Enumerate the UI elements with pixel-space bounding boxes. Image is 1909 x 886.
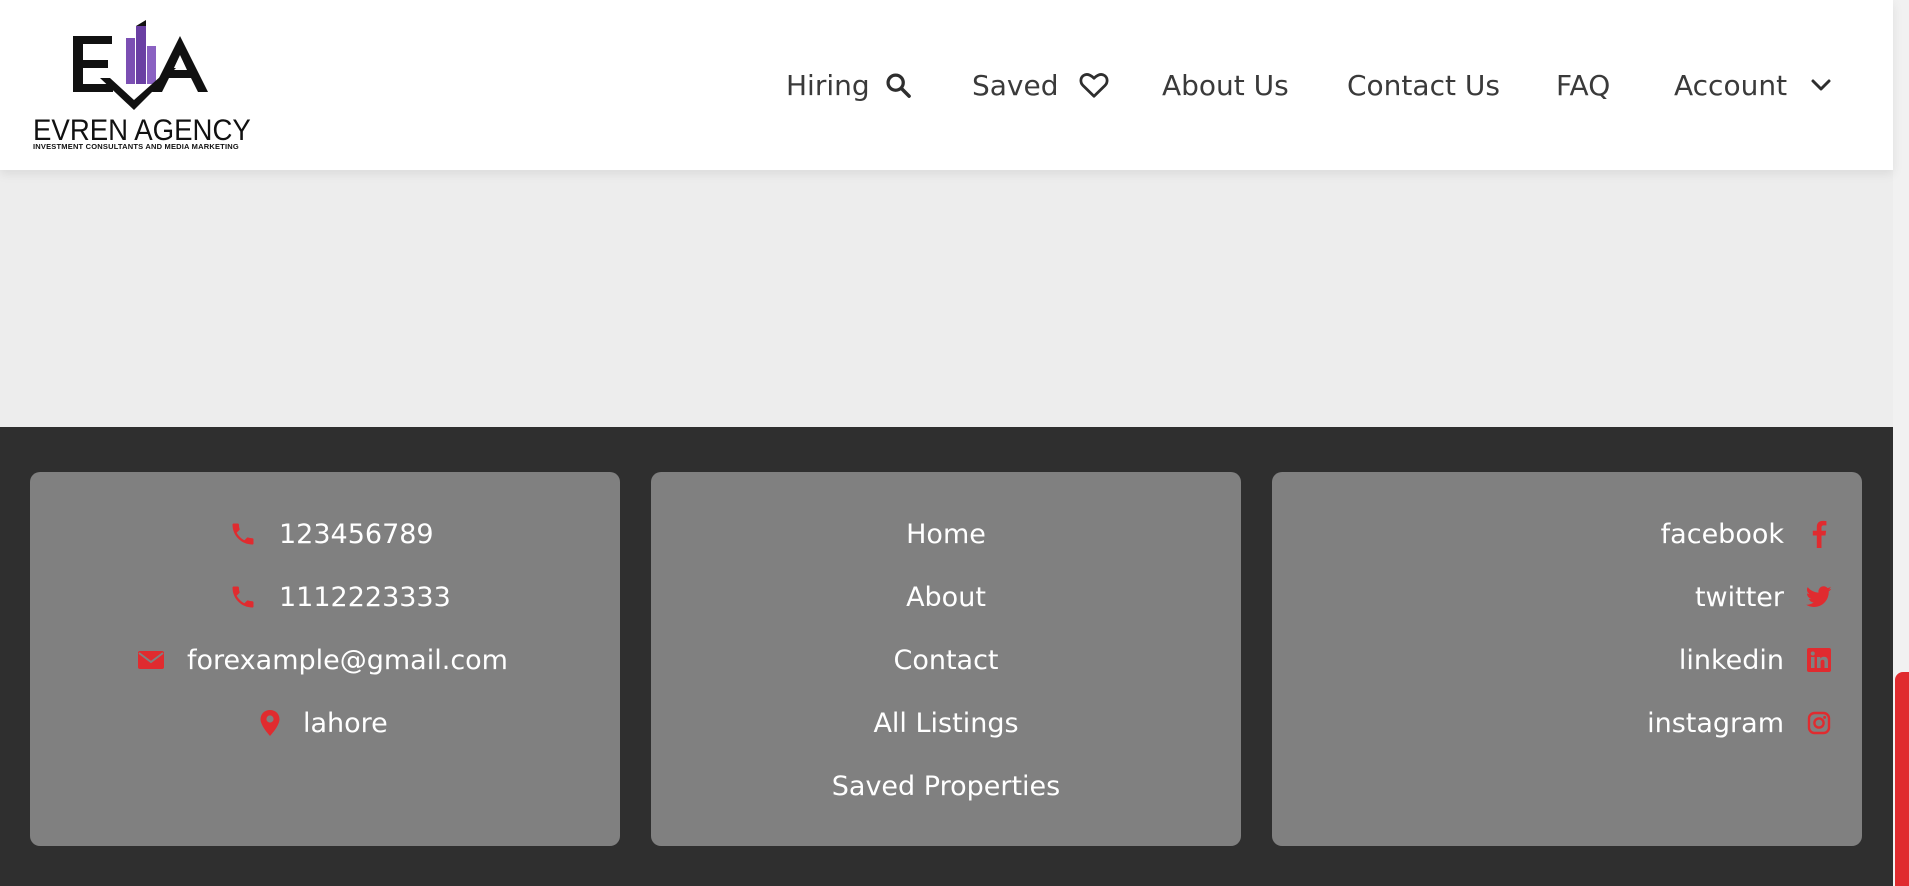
social-instagram-label: instagram xyxy=(1647,707,1784,739)
contact-phone-1[interactable]: 123456789 xyxy=(229,514,434,554)
phone-icon xyxy=(229,520,257,548)
social-facebook-label: facebook xyxy=(1660,518,1784,550)
nav-saved-label: Saved xyxy=(972,68,1059,102)
footer-links-card: Home About Contact All Listings Saved Pr… xyxy=(651,472,1241,846)
envelope-icon xyxy=(137,649,165,671)
nav-faq-label: FAQ xyxy=(1556,68,1611,102)
nav-hiring-label: Hiring xyxy=(786,68,870,102)
footer-link-home[interactable]: Home xyxy=(651,514,1241,554)
brand-tagline: INVESTMENT CONSULTANTS AND MEDIA MARKETI… xyxy=(33,142,239,151)
nav-account-label: Account xyxy=(1674,68,1788,102)
footer-link-all-listings[interactable]: All Listings xyxy=(651,703,1241,743)
contact-email[interactable]: forexample@gmail.com xyxy=(137,640,508,680)
instagram-icon xyxy=(1806,711,1832,735)
contact-phone-2-text: 1112223333 xyxy=(279,581,451,613)
nav-about-us-label: About Us xyxy=(1162,68,1289,102)
page: EVREN AGENCY INVESTMENT CONSULTANTS AND … xyxy=(0,0,1893,886)
chevron-down-icon xyxy=(1811,79,1831,91)
footer-link-about[interactable]: About xyxy=(651,577,1241,617)
nav-about-us[interactable]: About Us xyxy=(1162,64,1289,106)
brand-logo[interactable]: EVREN AGENCY INVESTMENT CONSULTANTS AND … xyxy=(30,18,260,153)
scrollbar-thumb[interactable] xyxy=(1895,672,1909,886)
nav-hiring[interactable]: Hiring xyxy=(786,64,912,106)
search-icon xyxy=(886,73,911,98)
footer-link-saved-properties[interactable]: Saved Properties xyxy=(651,766,1241,806)
social-instagram[interactable]: instagram xyxy=(1647,703,1832,743)
phone-icon xyxy=(229,583,257,611)
footer-contact-card: 123456789 1112223333 forexample@gmail.co… xyxy=(30,472,620,846)
logo-mark-icon xyxy=(73,20,208,110)
contact-phone-1-text: 123456789 xyxy=(279,518,434,550)
map-pin-icon xyxy=(259,709,281,737)
contact-location-text: lahore xyxy=(303,707,388,739)
linkedin-icon xyxy=(1806,648,1832,672)
contact-location[interactable]: lahore xyxy=(259,703,388,743)
social-linkedin-label: linkedin xyxy=(1678,644,1784,676)
contact-phone-2[interactable]: 1112223333 xyxy=(229,577,451,617)
nav-saved[interactable]: Saved xyxy=(972,64,1109,106)
social-linkedin[interactable]: linkedin xyxy=(1679,640,1832,680)
nav-faq[interactable]: FAQ xyxy=(1556,64,1610,106)
social-twitter[interactable]: twitter xyxy=(1695,577,1832,617)
nav-contact-us-label: Contact Us xyxy=(1347,68,1500,102)
footer-link-contact[interactable]: Contact xyxy=(651,640,1241,680)
social-twitter-label: twitter xyxy=(1694,581,1784,613)
nav-account[interactable]: Account xyxy=(1674,64,1833,106)
social-facebook[interactable]: facebook xyxy=(1661,514,1832,554)
site-header: EVREN AGENCY INVESTMENT CONSULTANTS AND … xyxy=(0,0,1893,170)
facebook-icon xyxy=(1806,520,1832,548)
twitter-icon xyxy=(1806,586,1832,608)
nav-contact-us[interactable]: Contact Us xyxy=(1347,64,1500,106)
footer-social-card: facebook twitter linkedin instagram xyxy=(1272,472,1862,846)
heart-icon xyxy=(1079,73,1108,98)
contact-email-text: forexample@gmail.com xyxy=(187,644,508,676)
